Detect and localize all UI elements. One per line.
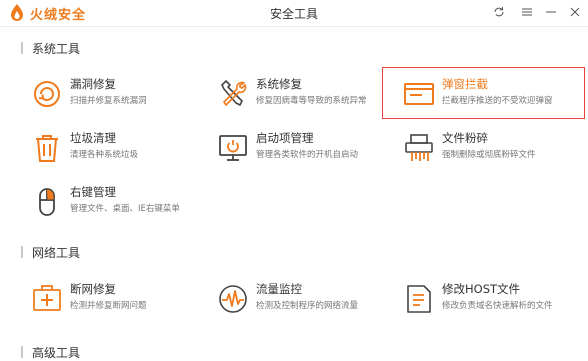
title-divider — [0, 26, 588, 27]
section-header-system: 系统工具 — [21, 41, 81, 56]
tool-desc: 扫描并修复系统漏洞 — [70, 96, 147, 106]
network-repair-icon — [33, 285, 61, 311]
section-marker — [21, 246, 23, 258]
tool-name: 系统修复 — [256, 77, 302, 91]
traffic-wave-icon — [219, 285, 247, 313]
tool-popup-block[interactable]: 弹窗拦截 拦截程序推送的不受欢迎弹窗 — [402, 72, 588, 116]
trash-bin-icon — [36, 135, 58, 162]
menu-icon — [522, 8, 532, 16]
wrench-screwdriver-icon — [221, 80, 247, 106]
tool-desc: 拦截程序推送的不受欢迎弹窗 — [442, 96, 553, 106]
tool-desc: 管理各类软件的开机自启动 — [256, 150, 359, 160]
tool-junk-clean[interactable]: 垃圾清理 清理各种系统垃圾 — [30, 126, 220, 170]
tool-desc: 修复因病毒等导致的系统异常 — [256, 96, 367, 106]
tool-context-menu[interactable]: 右键管理 管理文件、桌面、IE右键菜单 — [30, 180, 220, 224]
minimize-icon — [546, 11, 556, 13]
tool-name: 修改HOST文件 — [442, 282, 521, 296]
tool-name: 漏洞修复 — [70, 77, 116, 91]
tool-startup-mgr[interactable]: 启动项管理 管理各类软件的开机自启动 — [216, 126, 406, 170]
tool-desc: 检测并修复断网问题 — [70, 301, 147, 311]
mouse-icon — [39, 188, 55, 216]
tool-file-shred[interactable]: 文件粉碎 强制删除或彻底粉碎文件 — [402, 126, 588, 170]
tool-desc: 清理各种系统垃圾 — [70, 150, 139, 160]
tool-net-repair[interactable]: 断网修复 检测并修复断网问题 — [30, 277, 220, 321]
tool-vuln-repair[interactable]: 漏洞修复 扫描并修复系统漏洞 — [30, 72, 220, 116]
tool-traffic-monitor[interactable]: 流量监控 检测及控制程序的网络流量 — [216, 277, 406, 321]
monitor-startup-icon — [219, 135, 247, 161]
popup-window-icon — [404, 83, 434, 105]
tool-name: 右键管理 — [70, 185, 116, 199]
tool-name: 流量监控 — [256, 282, 302, 296]
shield-refresh-icon — [34, 81, 60, 107]
title-bar: 火绒安全 安全工具 — [0, 0, 588, 26]
section-marker — [21, 346, 23, 358]
section-marker — [21, 42, 23, 54]
section-title-system: 系统工具 — [32, 41, 81, 56]
shredder-icon — [405, 134, 433, 161]
tool-name: 垃圾清理 — [70, 131, 116, 145]
refresh-button[interactable] — [490, 3, 508, 21]
section-header-network: 网络工具 — [21, 245, 81, 260]
tool-desc: 修改负责域名快速解析的文件 — [442, 301, 553, 311]
tool-name: 文件粉碎 — [442, 131, 488, 145]
section-title-advanced: 高级工具 — [32, 345, 81, 360]
tool-name: 启动项管理 — [256, 131, 314, 145]
tool-desc: 强制删除或彻底粉碎文件 — [442, 150, 536, 160]
minimize-button[interactable] — [542, 3, 560, 21]
tool-desc: 检测及控制程序的网络流量 — [256, 301, 359, 311]
refresh-icon — [494, 7, 504, 17]
host-document-icon — [407, 285, 431, 313]
tool-desc: 管理文件、桌面、IE右键菜单 — [70, 204, 180, 214]
close-button[interactable] — [566, 3, 584, 21]
menu-button[interactable] — [518, 3, 536, 21]
tool-name: 弹窗拦截 — [442, 77, 488, 91]
close-icon — [570, 7, 580, 17]
section-title-network: 网络工具 — [32, 245, 81, 260]
tool-sys-repair[interactable]: 系统修复 修复因病毒等导致的系统异常 — [216, 72, 406, 116]
tool-host-edit[interactable]: 修改HOST文件 修改负责域名快速解析的文件 — [402, 277, 588, 321]
tool-name: 断网修复 — [70, 282, 116, 296]
